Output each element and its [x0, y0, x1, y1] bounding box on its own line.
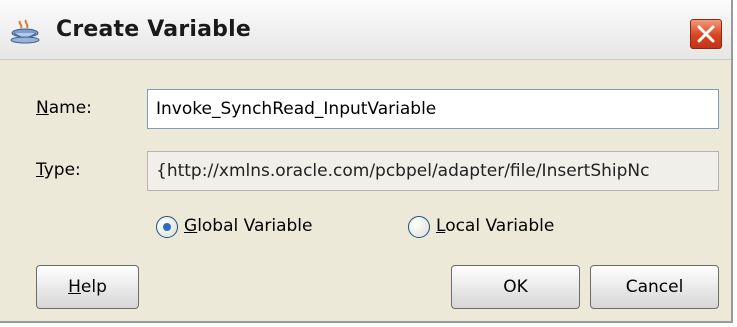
- type-field: {http://xmlns.oracle.com/pcbpel/adapter/…: [147, 151, 719, 191]
- type-label-text: ype:: [43, 160, 81, 180]
- type-label: Type:: [36, 160, 81, 180]
- global-variable-label[interactable]: Global Variable: [184, 216, 312, 236]
- java-cup-icon: [10, 18, 44, 44]
- name-label-mnemonic: N: [36, 98, 49, 118]
- name-label-text: ame:: [48, 98, 92, 118]
- title-bar[interactable]: Create Variable: [0, 0, 731, 60]
- local-variable-mnemonic: L: [436, 216, 446, 236]
- ok-button[interactable]: OK: [451, 265, 580, 309]
- global-variable-radio[interactable]: [156, 216, 178, 238]
- local-variable-label[interactable]: Local Variable: [436, 216, 554, 236]
- local-variable-radio[interactable]: [408, 216, 430, 238]
- cancel-button[interactable]: Cancel: [590, 265, 719, 309]
- create-variable-dialog: Create Variable Name: Invoke_SynchRead_I…: [0, 0, 733, 323]
- local-variable-text: ocal Variable: [445, 216, 555, 236]
- name-input[interactable]: Invoke_SynchRead_InputVariable: [147, 89, 719, 129]
- dialog-title: Create Variable: [56, 17, 251, 42]
- global-variable-text: lobal Variable: [197, 216, 313, 236]
- type-label-mnemonic: T: [36, 160, 44, 180]
- help-label: elp: [80, 277, 107, 297]
- name-label: Name:: [36, 98, 92, 118]
- help-button[interactable]: Help: [36, 265, 139, 309]
- close-button[interactable]: [690, 19, 722, 49]
- global-variable-mnemonic: G: [184, 216, 198, 236]
- help-mnemonic: H: [68, 277, 81, 297]
